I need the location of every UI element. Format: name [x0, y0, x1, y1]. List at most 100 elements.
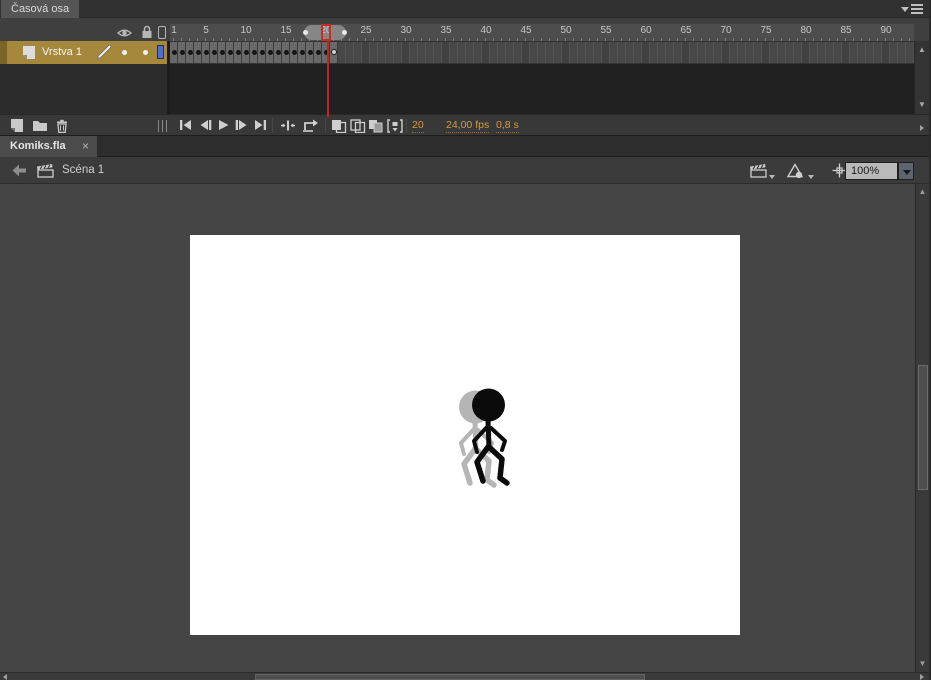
empty-frame-cell[interactable]	[826, 42, 834, 63]
onion-range-start-handle[interactable]	[303, 30, 308, 35]
keyframe-cell[interactable]	[234, 42, 242, 63]
empty-frame-cell[interactable]	[850, 42, 858, 63]
go-to-last-frame-button[interactable]	[253, 119, 268, 131]
keyframe-cell[interactable]	[274, 42, 282, 63]
close-tab-icon[interactable]: ×	[82, 136, 89, 156]
playhead-head[interactable]	[321, 24, 331, 41]
keyframe-cell[interactable]	[218, 42, 226, 63]
empty-frame-cell[interactable]	[594, 42, 602, 63]
empty-frame-cell[interactable]	[658, 42, 666, 63]
empty-frame-cell[interactable]	[490, 42, 498, 63]
edit-symbols-button[interactable]	[786, 163, 805, 178]
empty-frame-cell[interactable]	[690, 42, 698, 63]
empty-frame-cell[interactable]	[906, 42, 914, 63]
timeline-scroll-up-icon[interactable]: ▲	[915, 46, 929, 54]
empty-frame-cell[interactable]	[402, 42, 410, 63]
empty-frame-cell[interactable]	[530, 42, 538, 63]
edit-symbols-caret-icon[interactable]	[808, 175, 814, 179]
scene-breadcrumb-label[interactable]: Scéna 1	[62, 157, 104, 184]
zoom-level-field[interactable]: 100%	[845, 162, 898, 180]
empty-frame-cell[interactable]	[794, 42, 802, 63]
onion-skin-outlines-button[interactable]	[350, 119, 366, 133]
keyframe-cell[interactable]	[202, 42, 210, 63]
timeline-vertical-scrollbar[interactable]: ▲ ▼	[914, 41, 929, 114]
empty-frame-cell[interactable]	[394, 42, 402, 63]
empty-frame-cell[interactable]	[442, 42, 450, 63]
empty-frame-cell[interactable]	[762, 42, 770, 63]
empty-frame-cell[interactable]	[882, 42, 890, 63]
layer-visible-dot[interactable]	[122, 50, 127, 55]
keyframe-cell[interactable]	[194, 42, 202, 63]
empty-frame-cell[interactable]	[642, 42, 650, 63]
frame-rate-value[interactable]: 24,00 fps	[446, 119, 489, 133]
keyframe-cell[interactable]	[170, 42, 178, 63]
empty-frame-cell[interactable]	[650, 42, 658, 63]
empty-frame-cell[interactable]	[354, 42, 362, 63]
keyframe-cell[interactable]	[210, 42, 218, 63]
empty-frame-cell[interactable]	[474, 42, 482, 63]
play-button[interactable]	[217, 119, 230, 131]
empty-frame-cell[interactable]	[546, 42, 554, 63]
pasteboard[interactable]	[0, 184, 915, 672]
keyframe-cell[interactable]	[306, 42, 314, 63]
empty-frame-cell[interactable]	[426, 42, 434, 63]
timeline-scroll-down-icon[interactable]: ▼	[915, 101, 929, 109]
stage-scroll-right-icon[interactable]	[920, 674, 924, 680]
empty-frame-cell[interactable]	[778, 42, 786, 63]
empty-frame-cell[interactable]	[834, 42, 842, 63]
new-folder-button[interactable]	[32, 119, 48, 132]
empty-frame-cell[interactable]	[498, 42, 506, 63]
go-to-first-frame-button[interactable]	[178, 119, 193, 131]
empty-frame-cell[interactable]	[682, 42, 690, 63]
stage-horizontal-scrollbar[interactable]	[0, 672, 931, 680]
empty-frame-cell[interactable]	[338, 42, 346, 63]
lock-icon[interactable]	[141, 25, 153, 39]
empty-frame-cell[interactable]	[770, 42, 778, 63]
center-frame-button[interactable]	[280, 119, 296, 132]
playhead-line[interactable]	[327, 41, 329, 117]
empty-frame-cell[interactable]	[858, 42, 866, 63]
empty-frame-cell[interactable]	[362, 42, 370, 63]
empty-frame-cell[interactable]	[874, 42, 882, 63]
layer-unlocked-dot[interactable]	[143, 50, 148, 55]
back-arrow-button[interactable]	[11, 164, 27, 177]
empty-frame-cell[interactable]	[522, 42, 530, 63]
empty-frame-cell[interactable]	[810, 42, 818, 63]
stage-vscroll-thumb[interactable]	[918, 365, 928, 490]
stage-scroll-up-icon[interactable]: ▲	[916, 188, 929, 196]
empty-frame-cell[interactable]	[570, 42, 578, 63]
empty-frame-cell[interactable]	[506, 42, 514, 63]
blank-keyframe-cell[interactable]	[330, 42, 338, 63]
empty-frame-cell[interactable]	[818, 42, 826, 63]
empty-frame-cell[interactable]	[586, 42, 594, 63]
toolbar-grip-handle[interactable]	[158, 120, 167, 132]
onion-skin-button[interactable]	[331, 119, 347, 133]
empty-frame-cell[interactable]	[714, 42, 722, 63]
empty-frame-cell[interactable]	[450, 42, 458, 63]
current-frame-value[interactable]: 20	[412, 119, 424, 133]
keyframe-cell[interactable]	[258, 42, 266, 63]
edit-scene-button[interactable]	[749, 163, 768, 178]
edit-scene-caret-icon[interactable]	[769, 175, 775, 179]
empty-frame-cell[interactable]	[898, 42, 906, 63]
empty-frame-cell[interactable]	[866, 42, 874, 63]
step-back-one-frame-button[interactable]	[198, 119, 213, 131]
tab-timeline[interactable]: Časová osa	[1, 0, 79, 18]
delete-layer-trash-button[interactable]	[55, 119, 69, 133]
empty-frame-cell[interactable]	[554, 42, 562, 63]
panel-menu-icon[interactable]	[901, 4, 923, 15]
keyframe-cell[interactable]	[282, 42, 290, 63]
empty-frame-cell[interactable]	[730, 42, 738, 63]
zoom-dropdown-button[interactable]	[898, 162, 914, 180]
empty-frame-cell[interactable]	[706, 42, 714, 63]
visibility-eye-icon[interactable]	[117, 27, 132, 39]
keyframe-cell[interactable]	[314, 42, 322, 63]
stage-hscroll-thumb[interactable]	[255, 674, 645, 680]
keyframe-cell[interactable]	[298, 42, 306, 63]
empty-frame-cell[interactable]	[378, 42, 386, 63]
empty-frame-cell[interactable]	[842, 42, 850, 63]
stage-vertical-scrollbar[interactable]: ▲ ▼	[915, 184, 929, 672]
empty-frame-cell[interactable]	[698, 42, 706, 63]
empty-frame-cell[interactable]	[538, 42, 546, 63]
empty-frame-cell[interactable]	[738, 42, 746, 63]
